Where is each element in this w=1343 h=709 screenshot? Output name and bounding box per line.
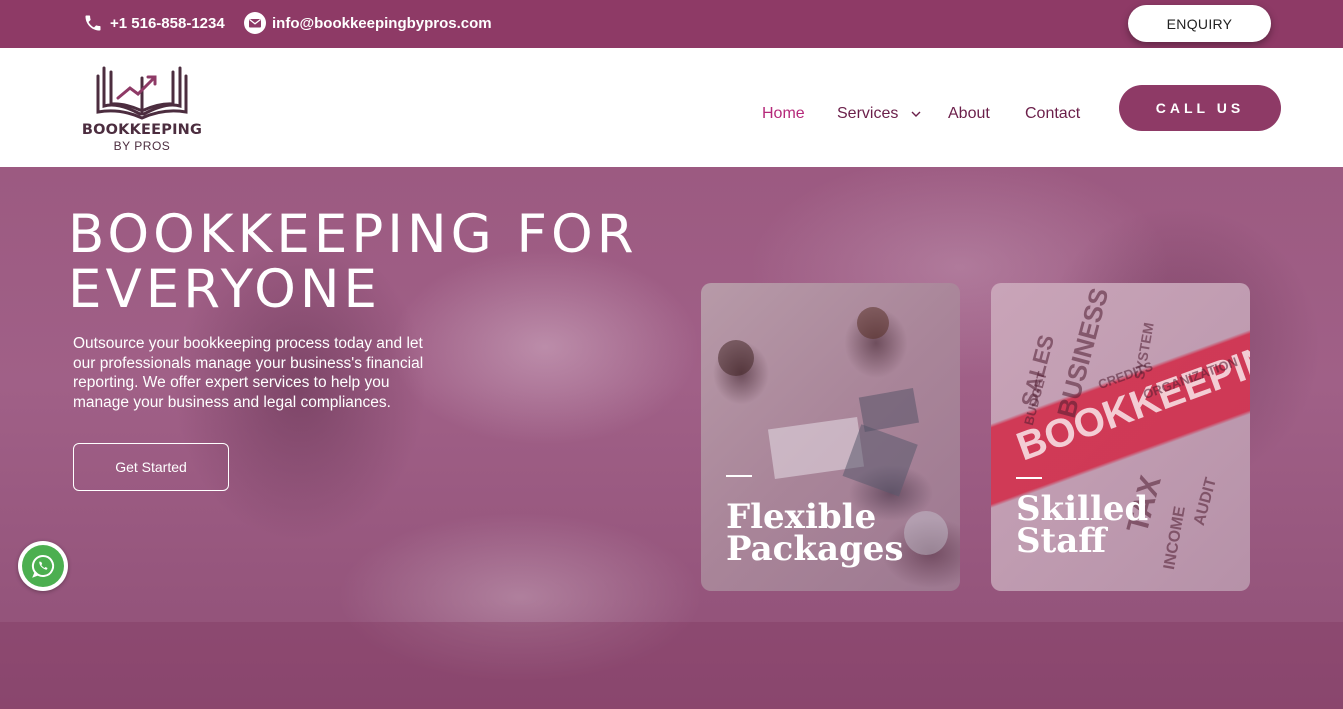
hero-section: BOOKKEEPING FOR EVERYONE Outsource your … bbox=[0, 167, 1343, 709]
card-title-line2: Staff bbox=[1016, 521, 1107, 561]
hero-description-line: Outsource your bookkeeping process today… bbox=[73, 335, 423, 352]
site-logo[interactable]: BOOKKEEPING BY PROS bbox=[78, 62, 206, 158]
call-us-button[interactable]: CALL US bbox=[1119, 85, 1281, 131]
phone-number: +1 516-858-1234 bbox=[110, 14, 225, 32]
nav-about[interactable]: About bbox=[948, 105, 990, 123]
nav-services[interactable]: Services bbox=[837, 105, 921, 123]
hero-title: BOOKKEEPING FOR EVERYONE bbox=[68, 207, 748, 317]
wordcloud-word: INCOME bbox=[1161, 504, 1189, 571]
enquiry-button[interactable]: ENQUIRY bbox=[1128, 5, 1271, 42]
wordcloud-word: AUDIT bbox=[1191, 475, 1221, 528]
card-title-line2: Packages bbox=[726, 529, 904, 569]
hero-title-line1: BOOKKEEPING FOR bbox=[68, 204, 638, 265]
card-title: Skilled Staff bbox=[1016, 492, 1148, 558]
card-divider bbox=[1016, 477, 1042, 479]
logo-sub-text: BY PROS bbox=[113, 139, 171, 153]
logo-book-icon bbox=[96, 66, 188, 120]
top-bar: +1 516-858-1234 info@bookkeepingbypros.c… bbox=[0, 0, 1343, 48]
phone-contact[interactable]: +1 516-858-1234 bbox=[82, 12, 225, 34]
nav-services-label: Services bbox=[837, 105, 899, 123]
hero-description: Outsource your bookkeeping process today… bbox=[73, 334, 463, 412]
feature-card-flexible-packages[interactable]: Flexible Packages bbox=[701, 283, 960, 591]
chevron-down-icon bbox=[911, 105, 921, 123]
hero-description-line: reporting. We offer expert services to h… bbox=[73, 374, 390, 391]
hero-title-line2: EVERYONE bbox=[68, 259, 381, 320]
mail-icon bbox=[244, 12, 266, 34]
card-divider bbox=[726, 475, 752, 477]
phone-icon bbox=[82, 12, 104, 34]
site-header: BOOKKEEPING BY PROS Home Services About … bbox=[0, 48, 1343, 167]
email-address: info@bookkeepingbypros.com bbox=[272, 14, 492, 32]
logo-brand-text: BOOKKEEPING bbox=[81, 122, 203, 138]
nav-home[interactable]: Home bbox=[762, 105, 805, 123]
whatsapp-icon bbox=[22, 545, 64, 587]
email-contact[interactable]: info@bookkeepingbypros.com bbox=[244, 12, 492, 34]
hero-description-line: manage your business and legal complianc… bbox=[73, 393, 391, 411]
nav-contact[interactable]: Contact bbox=[1025, 105, 1080, 123]
feature-card-skilled-staff[interactable]: BOOKKEEPIN BUSINESS SALES TAX AUDIT INCO… bbox=[991, 283, 1250, 591]
card-title: Flexible Packages bbox=[726, 500, 904, 566]
hero-bottom-band bbox=[0, 622, 1343, 709]
hero-description-line: our professionals manage your business's… bbox=[73, 354, 424, 372]
whatsapp-button[interactable] bbox=[18, 541, 68, 591]
get-started-button[interactable]: Get Started bbox=[73, 443, 229, 491]
